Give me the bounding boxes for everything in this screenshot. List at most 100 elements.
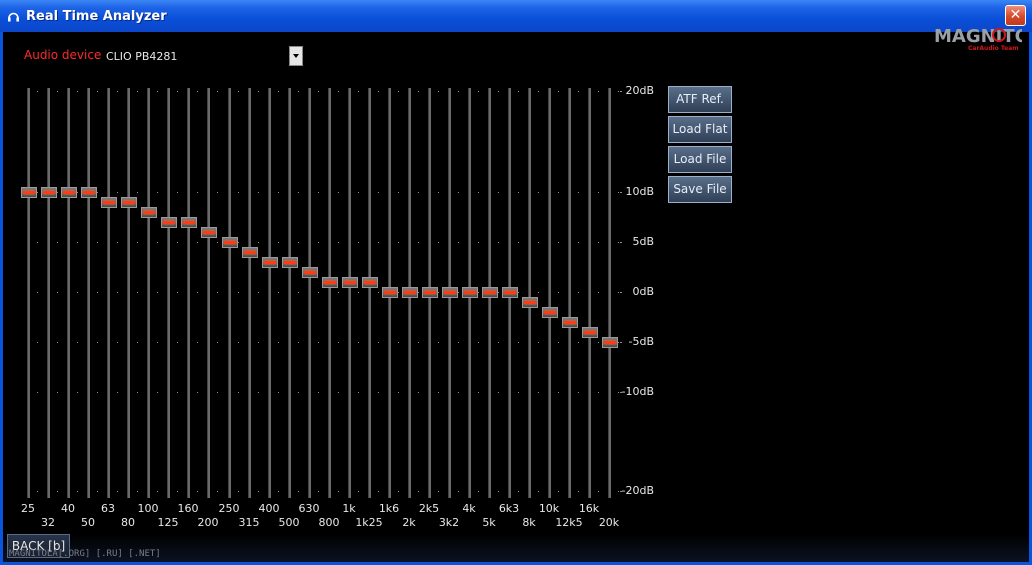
grid-dot [398,91,399,92]
grid-dot [197,242,198,243]
app-window: Real Time Analyzer ✕ MAGNITOLA CarAudio … [0,0,1032,565]
fader-knob-40[interactable] [61,187,77,198]
fader-knob-25[interactable] [21,187,37,198]
grid-dot [97,292,98,293]
fader-track-32[interactable] [47,88,50,498]
grid-dot [77,342,78,343]
grid-dot [378,91,379,92]
fader-track-1k[interactable] [348,88,351,498]
grid-dot [338,491,339,492]
fader-knob-1k25[interactable] [362,277,378,288]
grid-dot [117,192,118,193]
grid-dot [378,342,379,343]
grid-dot [197,192,198,193]
load-file-button[interactable]: Load File [668,146,732,173]
grid-dot [278,91,279,92]
fader-knob-63[interactable] [101,197,117,208]
grid-dot [358,342,359,343]
fader-track-16k[interactable] [588,88,591,498]
fader-knob-2k[interactable] [402,287,418,298]
fader-knob-200[interactable] [201,227,217,238]
grid-dot [478,342,479,343]
fader-knob-4k[interactable] [462,287,478,298]
fader-knob-100[interactable] [141,207,157,218]
grid-dot [318,91,319,92]
fader-knob-1k6[interactable] [382,287,398,298]
grid-dot [418,292,419,293]
fader-track-160[interactable] [187,88,190,498]
save-file-button[interactable]: Save File [668,176,732,203]
fader-knob-50[interactable] [81,187,97,198]
grid-dot [157,342,158,343]
grid-dot [578,491,579,492]
freq-label-200: 200 [197,516,219,529]
grid-dot [378,242,379,243]
fader-knob-250[interactable] [222,237,238,248]
grid-dot [438,242,439,243]
freq-label-1k: 1k [342,502,356,515]
fader-track-50[interactable] [87,88,90,498]
fader-track-400[interactable] [268,88,271,498]
grid-dot [217,292,218,293]
title-bar[interactable]: Real Time Analyzer ✕ [0,0,1032,32]
grid-dot [558,292,559,293]
fader-knob-630[interactable] [302,267,318,278]
fader-knob-2k5[interactable] [422,287,438,298]
fader-knob-160[interactable] [181,217,197,228]
grid-dot [458,491,459,492]
grid-dot [318,292,319,293]
fader-knob-80[interactable] [121,197,137,208]
grid-dot [97,491,98,492]
fader-track-100[interactable] [147,88,150,498]
fader-track-12k5[interactable] [568,88,571,498]
grid-dot [278,392,279,393]
fader-track-125[interactable] [167,88,170,498]
fader-knob-3k2[interactable] [442,287,458,298]
grid-dot [438,292,439,293]
grid-dot [478,242,479,243]
grid-dot [197,392,198,393]
grid-dot [298,192,299,193]
grid-dot [558,342,559,343]
fader-track-10k[interactable] [548,88,551,498]
fader-knob-500[interactable] [282,257,298,268]
fader-track-80[interactable] [127,88,130,498]
fader-knob-5k[interactable] [482,287,498,298]
fader-track-40[interactable] [67,88,70,498]
grid-dot [157,192,158,193]
fader-knob-125[interactable] [161,217,177,228]
atf-ref-button[interactable]: ATF Ref. [668,86,732,113]
fader-track-25[interactable] [27,88,30,498]
fader-knob-315[interactable] [242,247,258,258]
grid-dot [157,91,158,92]
fader-track-630[interactable] [308,88,311,498]
fader-knob-12k5[interactable] [562,317,578,328]
fader-track-800[interactable] [328,88,331,498]
fader-track-500[interactable] [288,88,291,498]
fader-track-8k[interactable] [528,88,531,498]
fader-knob-400[interactable] [262,257,278,268]
fader-knob-10k[interactable] [542,307,558,318]
db-label: -20dB [621,484,655,497]
fader-track-63[interactable] [107,88,110,498]
fader-track-250[interactable] [228,88,231,498]
load-flat-button[interactable]: Load Flat [668,116,732,143]
grid-dot [478,491,479,492]
fader-knob-800[interactable] [322,277,338,288]
grid-dot [278,192,279,193]
grid-dot [518,91,519,92]
grid-dot [258,91,259,92]
fader-knob-6k3[interactable] [502,287,518,298]
fader-knob-32[interactable] [41,187,57,198]
grid-dot [157,392,158,393]
grid-dot [177,242,178,243]
db-label: -5dB [628,335,655,348]
fader-knob-1k[interactable] [342,277,358,288]
fader-track-200[interactable] [207,88,210,498]
fader-track-315[interactable] [248,88,251,498]
freq-label-500: 500 [278,516,300,529]
freq-label-50: 50 [81,516,95,529]
fader-track-1k25[interactable] [368,88,371,498]
freq-label-32: 32 [41,516,55,529]
fader-knob-8k[interactable] [522,297,538,308]
